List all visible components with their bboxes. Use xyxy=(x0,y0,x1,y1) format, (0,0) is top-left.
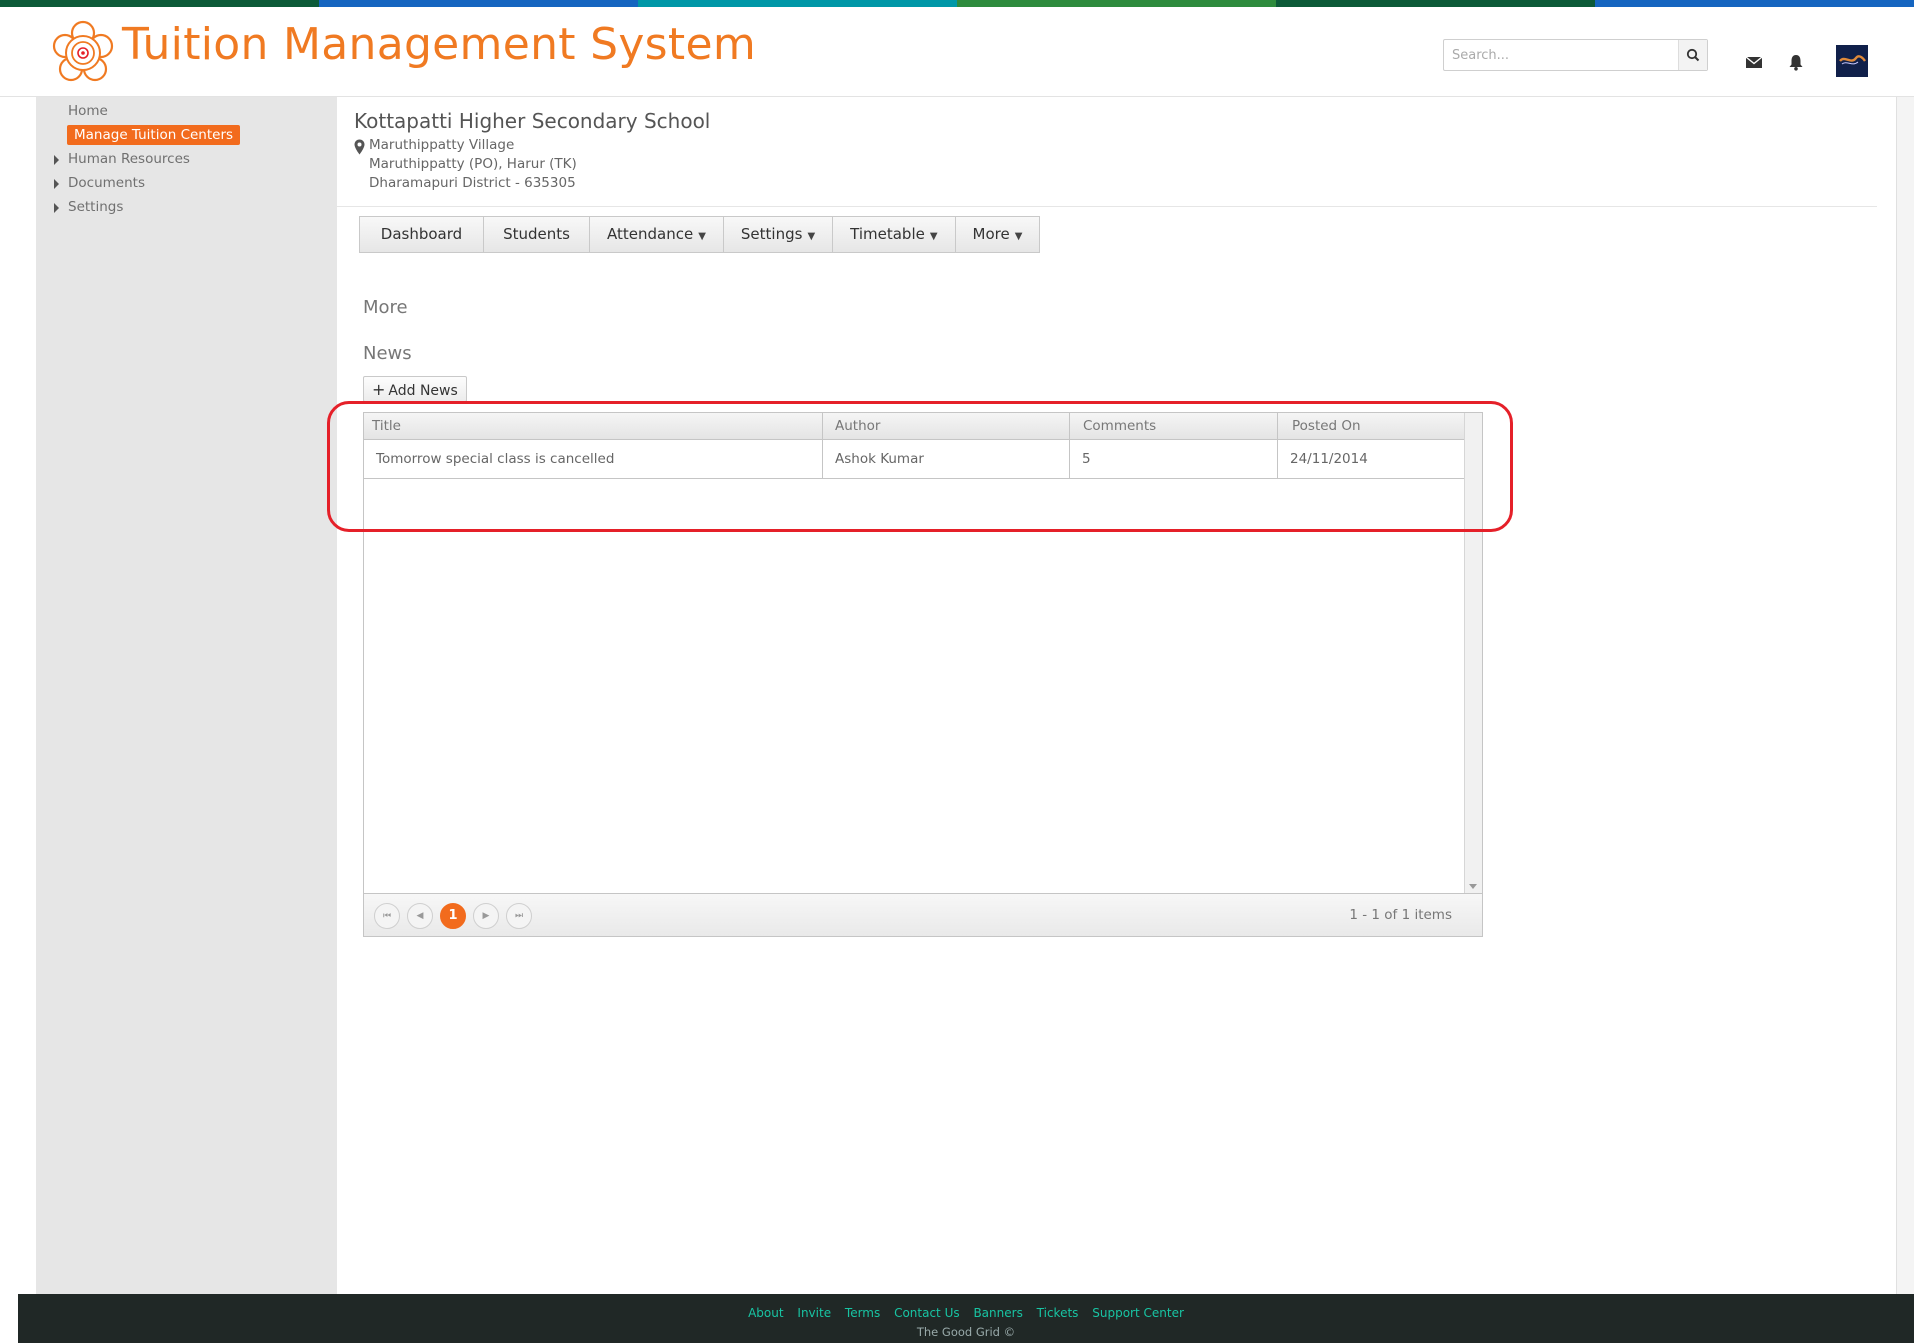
tab-label: Dashboard xyxy=(380,225,463,243)
sidebar-item-label: Human Resources xyxy=(68,151,190,167)
sidebar: Home Manage Tuition Centers Human Resour… xyxy=(36,97,337,1294)
current-page-button[interactable]: 1 xyxy=(440,903,466,929)
footer: About Invite Terms Contact Us Banners Ti… xyxy=(18,1294,1914,1343)
tab-label: Settings xyxy=(740,225,803,243)
search-input[interactable] xyxy=(1452,45,1672,65)
tab-label: More xyxy=(972,225,1010,243)
footer-link-tickets[interactable]: Tickets xyxy=(1037,1306,1079,1320)
column-header-title[interactable]: Title xyxy=(364,413,823,439)
map-pin-icon xyxy=(354,139,365,155)
tab-label: Attendance xyxy=(607,225,694,243)
add-news-button[interactable]: + Add News xyxy=(363,376,467,402)
footer-copyright: The Good Grid © xyxy=(916,1325,1016,1339)
tab-more[interactable]: More ▼ xyxy=(956,217,1040,252)
footer-link-terms[interactable]: Terms xyxy=(845,1306,880,1320)
mail-icon[interactable] xyxy=(1744,52,1764,72)
grid-vertical-scrollbar[interactable] xyxy=(1464,413,1482,893)
table-row[interactable]: Tomorrow special class is cancelled Asho… xyxy=(364,440,1466,479)
column-header-author[interactable]: Author xyxy=(823,413,1070,439)
avatar-image-icon xyxy=(1836,45,1868,77)
caret-right-icon xyxy=(54,203,59,213)
bell-icon[interactable] xyxy=(1786,52,1806,72)
tab-settings[interactable]: Settings ▼ xyxy=(724,217,834,252)
main-content: Kottapatti Higher Secondary School Marut… xyxy=(337,97,1877,1294)
next-page-button[interactable]: ▶ xyxy=(473,903,499,929)
sidebar-item-documents[interactable]: Documents xyxy=(54,175,145,191)
section-title: More xyxy=(363,297,408,318)
column-header-comments[interactable]: Comments xyxy=(1070,413,1278,439)
tab-students[interactable]: Students xyxy=(484,217,590,252)
sidebar-item-label: Documents xyxy=(68,175,145,191)
tab-timetable[interactable]: Timetable ▼ xyxy=(833,217,956,252)
last-page-button[interactable]: ⏭ xyxy=(506,903,532,929)
tab-dashboard[interactable]: Dashboard xyxy=(360,217,484,252)
caret-right-icon xyxy=(54,179,59,189)
cell-comments: 5 xyxy=(1070,440,1278,478)
dropdown-arrow-icon: ▼ xyxy=(929,231,938,242)
sidebar-item-settings[interactable]: Settings xyxy=(54,199,124,215)
footer-links: About Invite Terms Contact Us Banners Ti… xyxy=(18,1306,1914,1320)
tab-attendance[interactable]: Attendance ▼ xyxy=(590,217,724,252)
footer-link-contact-us[interactable]: Contact Us xyxy=(894,1306,960,1320)
address-line-3: Dharamapuri District - 635305 xyxy=(369,175,576,191)
pager-info: 1 - 1 of 1 items xyxy=(1349,907,1452,923)
app-title[interactable]: Tuition Management System xyxy=(122,19,756,70)
dropdown-arrow-icon: ▼ xyxy=(807,231,816,242)
dropdown-arrow-icon: ▼ xyxy=(698,231,706,242)
top-header: Tuition Management System xyxy=(0,7,1914,97)
tab-label: Students xyxy=(503,225,570,243)
cell-author: Ashok Kumar xyxy=(823,440,1070,478)
divider xyxy=(337,206,1877,207)
page-scrollbar[interactable] xyxy=(1896,97,1914,1294)
search-box xyxy=(1443,39,1708,71)
previous-page-button[interactable]: ◀ xyxy=(407,903,433,929)
search-icon xyxy=(1686,48,1700,62)
first-page-button[interactable]: ⏮ xyxy=(374,903,400,929)
footer-link-banners[interactable]: Banners xyxy=(973,1306,1022,1320)
address-line-2: Maruthippatty (PO), Harur (TK) xyxy=(369,156,577,172)
scroll-down-icon[interactable] xyxy=(1469,884,1477,889)
address-line-1: Maruthippatty Village xyxy=(369,137,515,153)
cell-posted-on: 24/11/2014 xyxy=(1278,440,1466,478)
caret-right-icon xyxy=(54,155,59,165)
plus-icon: + xyxy=(372,380,386,399)
sidebar-item-home[interactable]: Home xyxy=(68,103,108,119)
news-grid: Title Author Comments Posted On Tomorrow… xyxy=(363,412,1483,937)
grid-pager: ⏮ ◀ 1 ▶ ⏭ 1 - 1 of 1 items xyxy=(364,893,1482,936)
dropdown-arrow-icon: ▼ xyxy=(1014,231,1023,242)
tab-label: Timetable xyxy=(850,225,925,243)
center-name: Kottapatti Higher Secondary School xyxy=(354,109,711,133)
center-tab-bar: Dashboard Students Attendance ▼ Settings ▼… xyxy=(359,216,1041,253)
cell-title: Tomorrow special class is cancelled xyxy=(364,440,823,478)
footer-link-invite[interactable]: Invite xyxy=(797,1306,831,1320)
avatar[interactable] xyxy=(1836,45,1868,77)
sidebar-item-human-resources[interactable]: Human Resources xyxy=(54,151,190,167)
add-news-label: Add News xyxy=(388,383,458,399)
sidebar-item-label: Settings xyxy=(68,199,124,215)
top-color-stripe xyxy=(0,0,1914,7)
flower-logo-icon[interactable] xyxy=(49,17,117,87)
sidebar-item-manage-tuition-centers[interactable]: Manage Tuition Centers xyxy=(67,125,241,145)
footer-link-about[interactable]: About xyxy=(748,1306,783,1320)
grid-header: Title Author Comments Posted On xyxy=(364,413,1466,440)
footer-link-support-center[interactable]: Support Center xyxy=(1092,1306,1184,1320)
section-subtitle: News xyxy=(363,343,412,364)
search-button[interactable] xyxy=(1678,40,1707,70)
column-header-posted-on[interactable]: Posted On xyxy=(1278,413,1466,439)
